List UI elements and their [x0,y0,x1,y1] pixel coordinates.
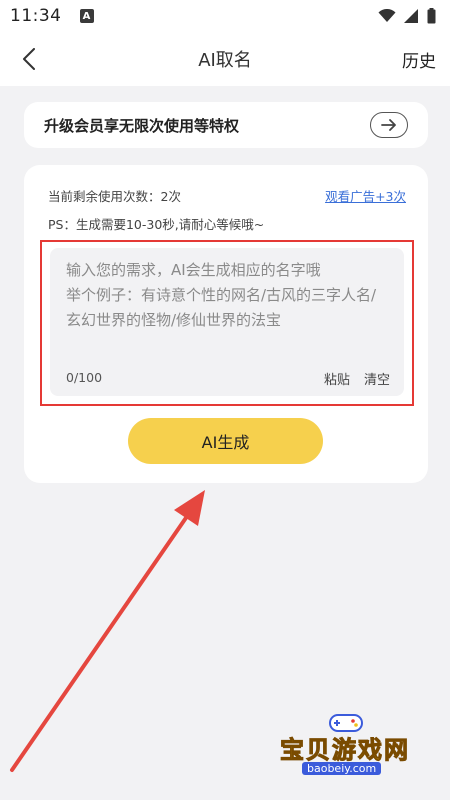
wifi-icon [378,9,396,22]
status-icons [378,8,436,24]
requirement-textarea[interactable]: 输入您的需求，AI会生成相应的名字哦 举个例子：有诗意个性的网名/古风的三字人名… [50,248,404,396]
remaining-uses-text: 当前剩余使用次数：2次 [48,189,181,204]
upgrade-banner[interactable]: 升级会员享无限次使用等特权 [24,102,428,148]
ai-generate-button[interactable]: AI生成 [128,418,323,464]
textarea-actions: 粘贴 清空 [324,369,390,388]
nav-bar: AI取名 历史 [0,32,450,86]
upgrade-text: 升级会员享无限次使用等特权 [44,116,240,135]
status-bar: 11:34 A [0,0,450,32]
notification-icon: A [79,9,94,23]
highlight-frame: 输入您的需求，AI会生成相应的名字哦 举个例子：有诗意个性的网名/古风的三字人名… [40,240,414,406]
signal-icon [404,9,418,23]
page-title: AI取名 [198,50,252,71]
back-button[interactable] [14,44,44,74]
main-card: 当前剩余使用次数：2次 观看广告+3次 PS：生成需要10-30秒,请耐心等候哦… [24,165,428,483]
battery-icon [427,8,436,24]
arrow-right-icon[interactable] [370,112,408,138]
usage-row: 当前剩余使用次数：2次 观看广告+3次 [48,186,406,205]
clear-button[interactable]: 清空 [364,369,390,388]
watermark-logo: 宝贝游戏网 baobeiy.com [262,712,432,782]
char-counter: 0/100 [66,370,103,385]
paste-button[interactable]: 粘贴 [324,369,350,388]
ps-note: PS：生成需要10-30秒,请耐心等候哦~ [48,217,265,232]
back-arrow-icon [23,48,35,70]
watermark-title: 宝贝游戏网 [280,735,410,765]
watermark-url: baobeiy.com [302,762,382,775]
watch-ad-link[interactable]: 观看广告+3次 [325,186,406,205]
status-time: 11:34 [10,6,62,26]
textarea-placeholder[interactable]: 输入您的需求，AI会生成相应的名字哦 举个例子：有诗意个性的网名/古风的三字人名… [66,258,390,333]
history-button[interactable]: 历史 [402,47,436,72]
